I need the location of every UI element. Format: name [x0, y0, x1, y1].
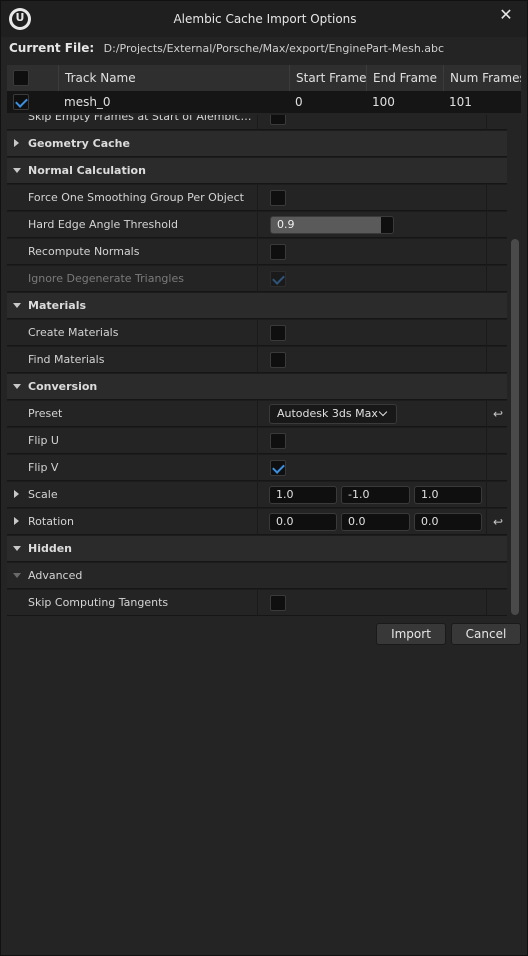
category-geometry-cache[interactable]: Geometry Cache — [7, 131, 507, 157]
preset-value: Autodesk 3ds Max — [277, 407, 378, 420]
property-label: Create Materials — [28, 326, 119, 339]
find-materials-checkbox[interactable] — [270, 352, 286, 368]
track-checkbox[interactable] — [13, 94, 29, 110]
skip-tangents-checkbox[interactable] — [270, 595, 286, 611]
track-table: Track Name Start Frame End Frame Num Fra… — [7, 65, 521, 113]
property-label: Skip Empty Frames at Start of Alembic Se… — [28, 115, 253, 123]
category-label: Conversion — [28, 380, 98, 393]
reset-to-default-icon[interactable]: ↩ — [491, 515, 505, 529]
rotation-y-input[interactable]: 0.0 — [341, 513, 410, 531]
property-label: Ignore Degenerate Triangles — [28, 272, 184, 285]
end-frame: 100 — [372, 95, 395, 109]
chevron-down-icon — [378, 407, 388, 417]
category-label: Geometry Cache — [28, 137, 130, 150]
property-label: Flip V — [28, 461, 59, 474]
title-bar: U Alembic Cache Import Options ✕ — [1, 1, 527, 37]
expand-arrow-icon[interactable] — [14, 139, 19, 147]
rotation-x-input[interactable]: 0.0 — [269, 513, 337, 531]
property-label: Force One Smoothing Group Per Object — [28, 191, 244, 204]
select-all-checkbox[interactable] — [13, 70, 29, 86]
property-label: Find Materials — [28, 353, 105, 366]
select-all-cell — [7, 65, 58, 91]
reset-to-default-icon[interactable]: ↩ — [491, 407, 505, 421]
recompute-normals-checkbox[interactable] — [270, 244, 286, 260]
hard-edge-angle-slider[interactable]: 0.9 — [270, 216, 394, 234]
category-label: Materials — [28, 299, 87, 312]
subcategory-label: Advanced — [28, 569, 83, 582]
category-normal-calculation[interactable]: Normal Calculation — [7, 158, 507, 184]
scale-y-input[interactable]: -1.0 — [341, 486, 410, 504]
property-label: Hard Edge Angle Threshold — [28, 218, 179, 231]
property-label: Preset — [28, 407, 63, 420]
start-frame: 0 — [295, 95, 303, 109]
property-label: Recompute Normals — [28, 245, 140, 258]
column-num-frames[interactable]: Num Frames — [443, 65, 521, 91]
table-row[interactable]: mesh_0 0 100 101 — [7, 91, 521, 113]
property-rotation[interactable]: Rotation 0.0 0.0 0.0 ↩ — [7, 509, 507, 535]
close-icon[interactable]: ✕ — [497, 6, 515, 24]
collapse-arrow-icon[interactable] — [13, 168, 21, 173]
collapse-arrow-icon[interactable] — [13, 546, 21, 551]
current-file: Current File: D:/Projects/External/Porsc… — [9, 41, 444, 57]
property-flip-u[interactable]: Flip U — [7, 428, 507, 454]
scale-x-input[interactable]: 1.0 — [269, 486, 337, 504]
category-materials[interactable]: Materials — [7, 293, 507, 319]
expand-arrow-icon[interactable] — [14, 517, 19, 525]
rotation-z-input[interactable]: 0.0 — [414, 513, 482, 531]
scale-z-input[interactable]: 1.0 — [414, 486, 482, 504]
collapse-arrow-icon[interactable] — [13, 303, 21, 308]
slider-value: 0.9 — [277, 218, 295, 231]
skip-empty-frames-checkbox[interactable] — [270, 115, 286, 125]
collapse-arrow-icon[interactable] — [13, 573, 21, 578]
property-create-materials[interactable]: Create Materials — [7, 320, 507, 346]
expand-arrow-icon[interactable] — [14, 490, 19, 498]
ignore-degenerate-checkbox — [270, 271, 286, 287]
property-flip-v[interactable]: Flip V — [7, 455, 507, 481]
flip-v-checkbox[interactable] — [270, 460, 286, 476]
subcategory-advanced[interactable]: Advanced — [7, 563, 507, 589]
unreal-logo-icon: U — [9, 8, 31, 30]
current-file-label: Current File: — [9, 41, 95, 55]
cancel-button[interactable]: Cancel — [451, 623, 521, 645]
preset-dropdown[interactable]: Autodesk 3ds Max — [269, 404, 397, 424]
property-label: Rotation — [28, 515, 75, 528]
create-materials-checkbox[interactable] — [270, 325, 286, 341]
track-table-header: Track Name Start Frame End Frame Num Fra… — [7, 65, 521, 91]
property-find-materials[interactable]: Find Materials — [7, 347, 507, 373]
current-file-path: D:/Projects/External/Porsche/Max/export/… — [103, 42, 445, 55]
force-smoothing-checkbox[interactable] — [270, 190, 286, 206]
import-button[interactable]: Import — [376, 623, 446, 645]
property-label: Scale — [28, 488, 58, 501]
window-title: Alembic Cache Import Options — [173, 12, 357, 26]
column-end-frame[interactable]: End Frame — [366, 65, 443, 91]
flip-u-checkbox[interactable] — [270, 433, 286, 449]
property-skip-empty-frames[interactable]: Skip Empty Frames at Start of Alembic Se… — [7, 115, 507, 130]
category-label: Hidden — [28, 542, 73, 555]
num-frames: 101 — [449, 95, 472, 109]
scrollbar-thumb[interactable] — [511, 239, 519, 615]
category-hidden[interactable]: Hidden — [7, 536, 507, 562]
property-label: Skip Computing Tangents — [28, 596, 169, 609]
collapse-arrow-icon[interactable] — [13, 384, 21, 389]
import-options-window: U Alembic Cache Import Options ✕ Current… — [0, 0, 528, 956]
properties-panel: Skip Empty Frames at Start of Alembic Se… — [7, 115, 507, 616]
property-hard-edge-angle[interactable]: Hard Edge Angle Threshold 0.9 — [7, 212, 507, 238]
column-track-name[interactable]: Track Name — [58, 65, 289, 91]
column-start-frame[interactable]: Start Frame — [289, 65, 366, 91]
property-preset[interactable]: Preset Autodesk 3ds Max ↩ — [7, 401, 507, 427]
property-force-smoothing-group[interactable]: Force One Smoothing Group Per Object — [7, 185, 507, 211]
property-recompute-normals[interactable]: Recompute Normals — [7, 239, 507, 265]
property-skip-tangents[interactable]: Skip Computing Tangents — [7, 590, 507, 616]
category-label: Normal Calculation — [28, 164, 146, 177]
property-label: Flip U — [28, 434, 59, 447]
property-scale[interactable]: Scale 1.0 -1.0 1.0 — [7, 482, 507, 508]
category-conversion[interactable]: Conversion — [7, 374, 507, 400]
track-name: mesh_0 — [64, 95, 111, 109]
property-ignore-degenerate: Ignore Degenerate Triangles — [7, 266, 507, 292]
